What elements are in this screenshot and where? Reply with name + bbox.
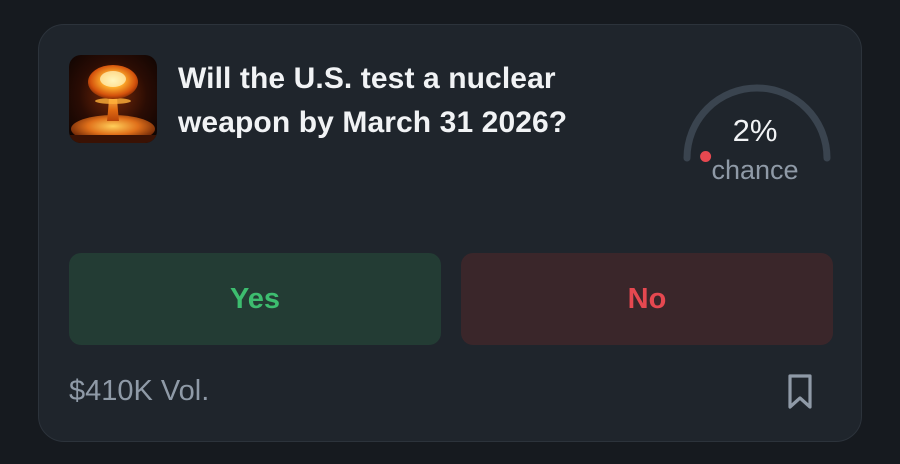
chance-percent: 2% xyxy=(732,113,778,148)
market-question-title[interactable]: Will the U.S. test a nuclear weapon by M… xyxy=(178,57,648,145)
chance-gauge: 2% chance xyxy=(679,47,839,185)
nuclear-explosion-image xyxy=(69,55,157,143)
volume-label: $410K Vol. xyxy=(69,375,210,407)
bookmark-icon[interactable] xyxy=(785,373,815,411)
chance-label: chance xyxy=(711,155,799,185)
yes-button[interactable]: Yes xyxy=(69,253,441,345)
no-button[interactable]: No xyxy=(461,253,833,345)
market-card[interactable]: Will the U.S. test a nuclear weapon by M… xyxy=(38,24,862,442)
